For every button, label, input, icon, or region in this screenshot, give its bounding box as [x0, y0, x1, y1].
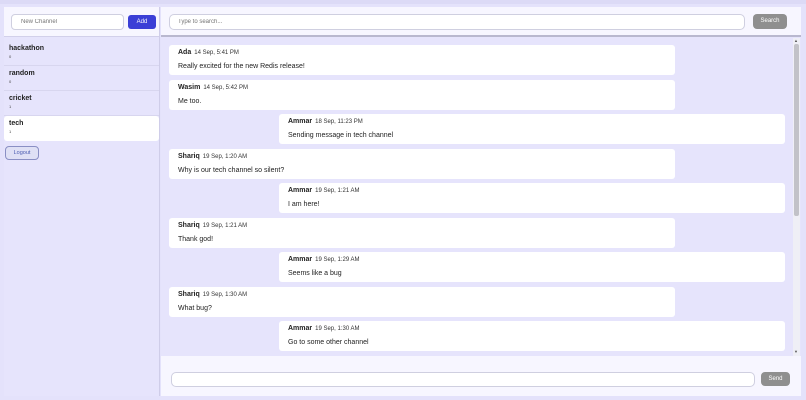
message-author: Ammar [288, 256, 313, 263]
message-text: Sending message in tech channel [288, 132, 394, 139]
scroll-thumb[interactable] [794, 44, 799, 216]
channel-count: 0 [9, 79, 12, 84]
channel-name: random [9, 70, 35, 77]
channel-sidebar: Add hackathon 0 random 0 cricket 1 tech … [4, 7, 160, 396]
top-strip [0, 0, 806, 4]
channel-item-tech[interactable]: tech 1 [4, 116, 159, 141]
message-text: I am here! [288, 201, 320, 208]
message-time: 14 Sep, 5:42 PM [203, 85, 249, 91]
message-item: Ada 14 Sep, 5:41 PM Really excited for th… [169, 45, 675, 75]
message-author: Ada [178, 49, 192, 56]
message-header: Shariq 19 Sep, 1:20 AM [178, 153, 675, 163]
search-input[interactable] [169, 14, 745, 30]
channel-item-cricket[interactable]: cricket 1 [4, 91, 159, 116]
scroll-up-arrow-icon[interactable]: ▲ [794, 38, 798, 43]
message-time: 18 Sep, 11:23 PM [315, 119, 363, 125]
message-author: Shariq [178, 153, 200, 160]
message-text: Really excited for the new Redis release… [178, 63, 305, 70]
channel-name: tech [9, 120, 24, 127]
message-author: Ammar [288, 325, 313, 332]
channel-count: 0 [9, 54, 12, 59]
message-author: Ammar [288, 187, 313, 194]
message-header: Ammar 18 Sep, 11:23 PM [288, 118, 785, 128]
message-input[interactable] [171, 372, 755, 387]
message-time: 14 Sep, 5:41 PM [194, 50, 239, 56]
search-button[interactable]: Search [753, 14, 787, 29]
new-channel-bar: Add [4, 7, 159, 37]
scroll-down-arrow-icon[interactable]: ▼ [794, 349, 798, 354]
message-author: Ammar [288, 118, 313, 125]
search-bar: Search [161, 7, 801, 37]
message-time: 19 Sep, 1:21 AM [202, 223, 248, 229]
message-item: Shariq 19 Sep, 1:21 AM Thank god! [169, 218, 675, 248]
message-author: Shariq [178, 291, 200, 298]
message-text: Go to some other channel [288, 339, 369, 346]
message-header: Ammar 19 Sep, 1:21 AM [288, 187, 785, 197]
message-time: 19 Sep, 1:30 AM [202, 292, 248, 298]
send-button[interactable]: Send [761, 372, 790, 386]
message-header: Shariq 19 Sep, 1:21 AM [178, 222, 675, 232]
message-time: 19 Sep, 1:20 AM [202, 154, 248, 160]
message-header: Wasim 14 Sep, 5:42 PM [178, 84, 675, 94]
message-author: Shariq [178, 222, 200, 229]
message-author: Wasim [178, 84, 201, 91]
channel-name: cricket [9, 95, 32, 102]
message-text: Me too. [178, 98, 202, 105]
message-time: 19 Sep, 1:21 AM [315, 188, 360, 194]
channel-name: hackathon [9, 45, 45, 52]
add-channel-button[interactable]: Add [128, 15, 156, 29]
message-time: 19 Sep, 1:30 AM [315, 326, 360, 332]
compose-bar: Send [161, 356, 801, 396]
channel-item-hackathon[interactable]: hackathon 0 [4, 41, 159, 66]
message-header: Ammar 19 Sep, 1:29 AM [288, 256, 785, 266]
message-header: Ammar 19 Sep, 1:30 AM [288, 325, 785, 335]
message-item: Shariq 19 Sep, 1:30 AM What bug? [169, 287, 675, 317]
message-item: Ammar 19 Sep, 1:21 AM I am here! [279, 183, 785, 213]
message-item: Ammar 19 Sep, 1:29 AM Seems like a bug [279, 252, 785, 282]
channel-item-random[interactable]: random 0 [4, 66, 159, 91]
message-header: Shariq 19 Sep, 1:30 AM [178, 291, 675, 301]
message-item: Ammar 19 Sep, 1:30 AM Go to some other ch… [279, 321, 785, 351]
message-item: Shariq 19 Sep, 1:20 AM Why is our tech ch… [169, 149, 675, 179]
message-text: Seems like a bug [288, 270, 342, 277]
message-list: Ada 14 Sep, 5:41 PM Really excited for th… [161, 45, 801, 354]
message-item: Wasim 14 Sep, 5:42 PM Me too. [169, 80, 675, 110]
message-text: Thank god! [178, 236, 214, 243]
new-channel-input[interactable] [11, 14, 124, 30]
channel-count: 1 [9, 129, 12, 134]
chat-main: Search Ada14 Sep, 5:41 PM Really excited… [161, 7, 801, 396]
message-item: Ammar 18 Sep, 11:23 PM Sending message in… [279, 114, 785, 144]
message-scrollbar[interactable]: ▲ ▼ [793, 38, 800, 356]
message-header: Ada 14 Sep, 5:41 PM [178, 49, 675, 59]
message-time: 19 Sep, 1:29 AM [315, 257, 360, 263]
message-text: Why is our tech channel so silent? [178, 167, 285, 174]
message-text: What bug? [178, 305, 212, 312]
channel-count: 1 [9, 104, 12, 109]
channel-list: hackathon 0 random 0 cricket 1 tech 1 [4, 41, 159, 141]
logout-button[interactable]: Logout [5, 146, 39, 160]
